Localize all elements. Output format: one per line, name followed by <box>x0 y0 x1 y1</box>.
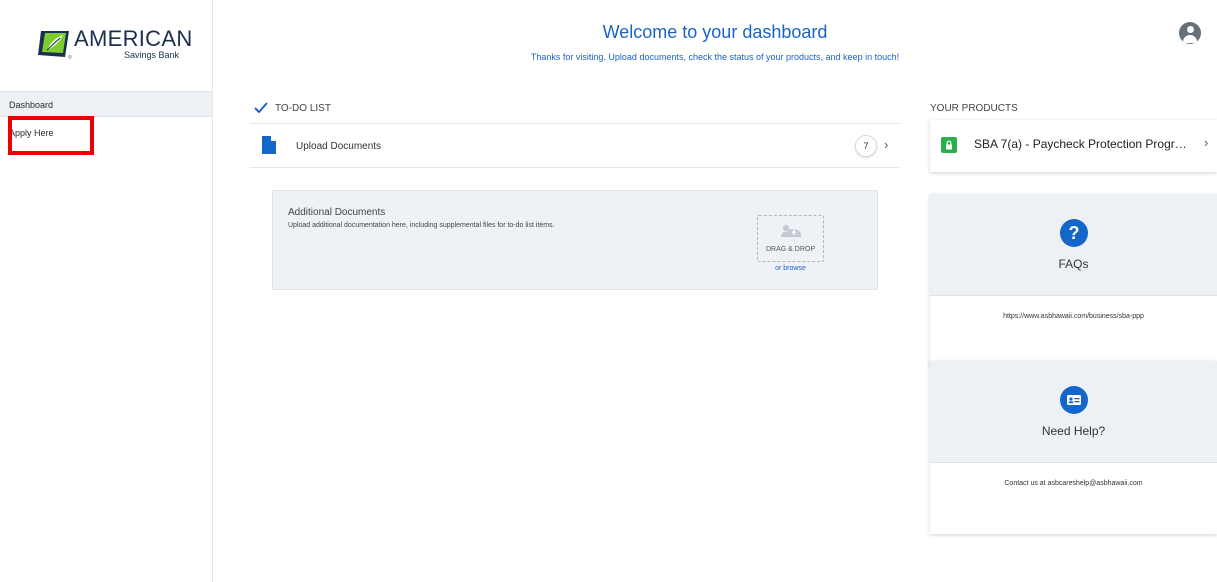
additional-documents-panel: Additional Documents Upload additional d… <box>272 190 878 290</box>
brand-subtitle: Savings Bank <box>123 50 179 60</box>
product-card-sba[interactable]: SBA 7(a) - Paycheck Protection Program › <box>930 120 1217 172</box>
faq-card: ? FAQs https://www.asbhawaii.com/busines… <box>930 194 1217 367</box>
additional-documents-description: Upload additional documentation here, in… <box>288 222 555 229</box>
todo-count-badge: 7 <box>855 135 877 157</box>
faq-card-header: ? FAQs <box>930 194 1217 296</box>
bank-logo[interactable]: ® AMERICAN Savings Bank <box>38 28 192 64</box>
your-products-heading: YOUR PRODUCTS <box>930 103 1018 114</box>
todo-item-label: Upload Documents <box>296 141 382 152</box>
faq-link[interactable]: https://www.asbhawaii.com/business/sba-p… <box>930 313 1217 320</box>
help-card-header: Need Help? <box>930 361 1217 463</box>
dashboard-page: ® AMERICAN Savings Bank Dashboard Apply … <box>0 0 1217 582</box>
lock-icon <box>941 137 957 153</box>
faq-title: FAQs <box>1058 257 1089 271</box>
avatar-body <box>1183 35 1197 43</box>
checkmark-icon <box>254 102 268 113</box>
leaf-logo-icon <box>38 31 69 57</box>
file-dropzone[interactable]: DRAG & DROP <box>757 215 824 262</box>
upload-cloud-icon <box>781 225 801 237</box>
contact-card-icon <box>1060 386 1088 414</box>
avatar-head <box>1186 26 1194 33</box>
user-avatar-icon[interactable] <box>1179 22 1201 44</box>
question-icon: ? <box>1060 219 1088 247</box>
browse-link[interactable]: or browse <box>757 265 824 272</box>
todo-list-heading: TO-DO LIST <box>275 103 331 114</box>
help-contact-text: Contact us at asbcareshelp@asbhawaii.com <box>1004 480 1143 487</box>
sidebar-item-dashboard[interactable]: Dashboard <box>0 91 212 117</box>
page-subtitle: Thanks for visiting. Upload documents, c… <box>530 52 900 62</box>
document-icon <box>262 136 276 154</box>
todo-item-upload-documents[interactable]: Upload Documents 7 › <box>250 123 900 168</box>
drag-drop-label: DRAG & DROP <box>765 246 815 253</box>
sidebar: ® AMERICAN Savings Bank Dashboard Apply … <box>0 0 213 582</box>
registered-mark: ® <box>68 55 72 61</box>
additional-documents-title: Additional Documents <box>288 207 386 218</box>
chevron-right-icon: › <box>884 137 889 152</box>
brand-name: AMERICAN <box>74 26 193 51</box>
help-title: Need Help? <box>1041 424 1106 438</box>
product-label: SBA 7(a) - Paycheck Protection Program <box>974 137 1189 151</box>
chevron-right-icon: › <box>1204 135 1209 150</box>
help-card: Need Help? Contact us at asbcareshelp@as… <box>930 361 1217 534</box>
page-title: Welcome to your dashboard <box>602 22 828 42</box>
sidebar-item-apply-here[interactable]: Apply Here <box>0 120 212 146</box>
